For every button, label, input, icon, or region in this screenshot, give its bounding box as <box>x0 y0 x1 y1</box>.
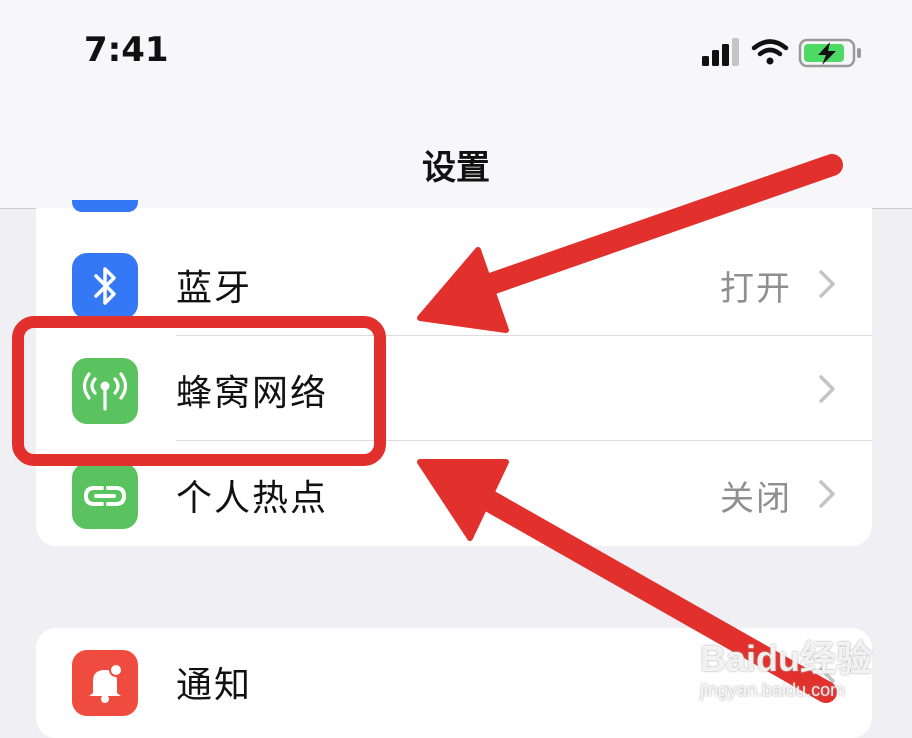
watermark: Baidu经验 jingyan.baidu.com <box>700 630 872 701</box>
annotation-arrow-upper <box>417 154 843 333</box>
watermark-url: jingyan.baidu.com <box>700 680 846 700</box>
watermark-logo: Baidu经验 <box>700 638 873 679</box>
annotation-arrows <box>417 154 843 703</box>
